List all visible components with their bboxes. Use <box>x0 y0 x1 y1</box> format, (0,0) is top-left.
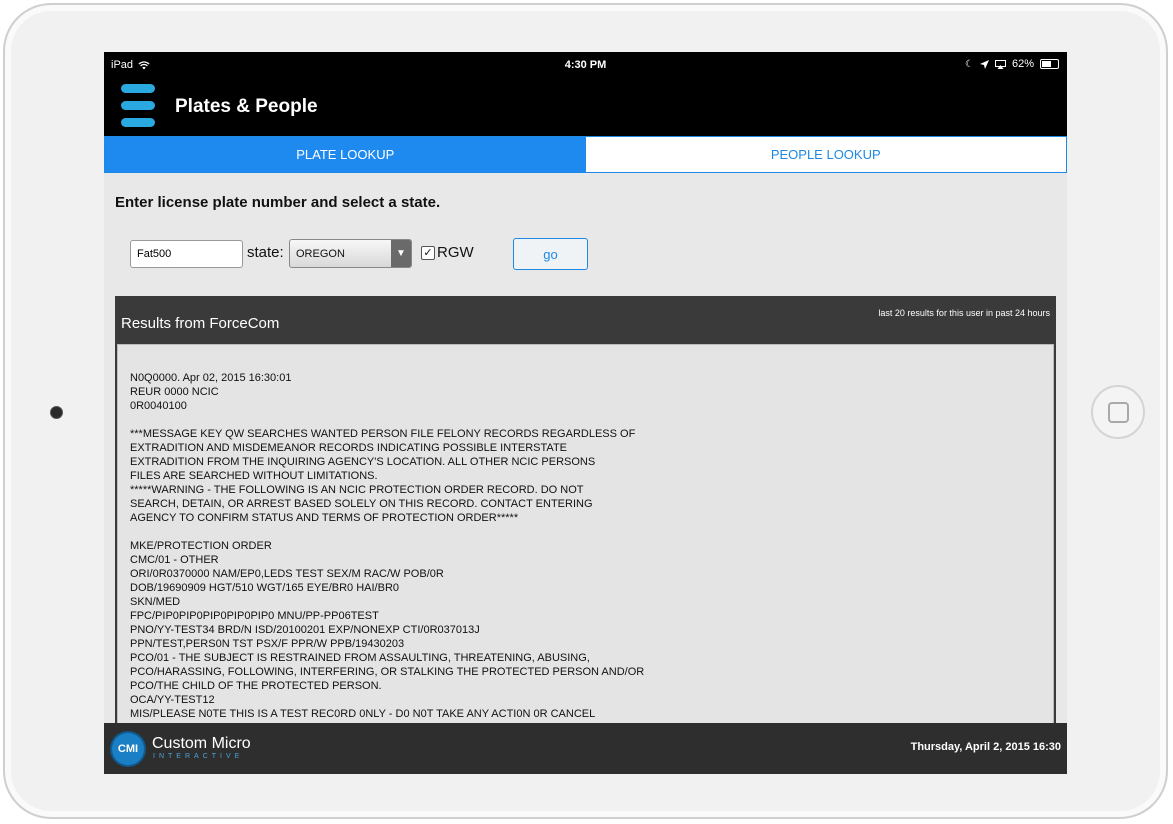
state-select[interactable]: OREGON ▼ <box>289 239 412 268</box>
result-text: N0Q0000. Apr 02, 2015 16:30:01 REUR 0000… <box>130 372 645 720</box>
state-select-value: OREGON <box>296 248 345 260</box>
hamburger-menu-icon[interactable] <box>121 84 155 128</box>
results-body[interactable]: N0Q0000. Apr 02, 2015 16:30:01 REUR 0000… <box>117 344 1054 774</box>
logo-name: Custom Micro <box>152 735 251 752</box>
moon-icon: ☾ <box>965 58 974 70</box>
footer: CMI Custom Micro INTERACTIVE Thursday, A… <box>104 723 1067 774</box>
airplay-icon <box>994 59 1006 69</box>
logo-subtitle: INTERACTIVE <box>153 753 244 760</box>
state-label: state: <box>247 244 284 261</box>
tab-plate-lookup[interactable]: PLATE LOOKUP <box>105 137 586 172</box>
cmi-logo: CMI <box>112 733 144 765</box>
status-right: ☾ 62% <box>965 58 1059 70</box>
checkmark-icon: ✓ <box>423 247 433 259</box>
battery-fill <box>1042 61 1052 67</box>
app-title: Plates & People <box>175 96 318 117</box>
location-icon <box>979 59 989 69</box>
results-note: last 20 results for this user in past 24… <box>878 308 1050 318</box>
lookup-tabs: PLATE LOOKUP PEOPLE LOOKUP <box>104 136 1067 173</box>
tab-people-lookup[interactable]: PEOPLE LOOKUP <box>585 137 1066 172</box>
battery-icon <box>1040 59 1059 69</box>
camera-icon <box>50 406 63 419</box>
screen: iPad 4:30 PM ☾ 62% Plates & People PLATE… <box>104 52 1067 774</box>
instruction-text: Enter license plate number and select a … <box>115 194 441 211</box>
battery-percent: 62% <box>1011 58 1034 70</box>
rgw-label: RGW <box>437 244 474 261</box>
footer-datetime: Thursday, April 2, 2015 16:30 <box>910 741 1061 753</box>
app-header: Plates & People <box>104 78 1067 136</box>
rgw-checkbox[interactable]: ✓ <box>421 246 435 260</box>
status-bar: iPad 4:30 PM ☾ 62% <box>104 52 1067 78</box>
go-button[interactable]: go <box>513 238 588 270</box>
results-title: Results from ForceCom <box>121 315 280 332</box>
home-button[interactable] <box>1091 385 1145 439</box>
results-panel: Results from ForceCom last 20 results fo… <box>115 296 1056 774</box>
dropdown-arrow-icon: ▼ <box>391 240 411 267</box>
clock: 4:30 PM <box>564 59 607 71</box>
plate-number-input[interactable] <box>130 240 243 268</box>
home-square-icon <box>1107 401 1129 423</box>
